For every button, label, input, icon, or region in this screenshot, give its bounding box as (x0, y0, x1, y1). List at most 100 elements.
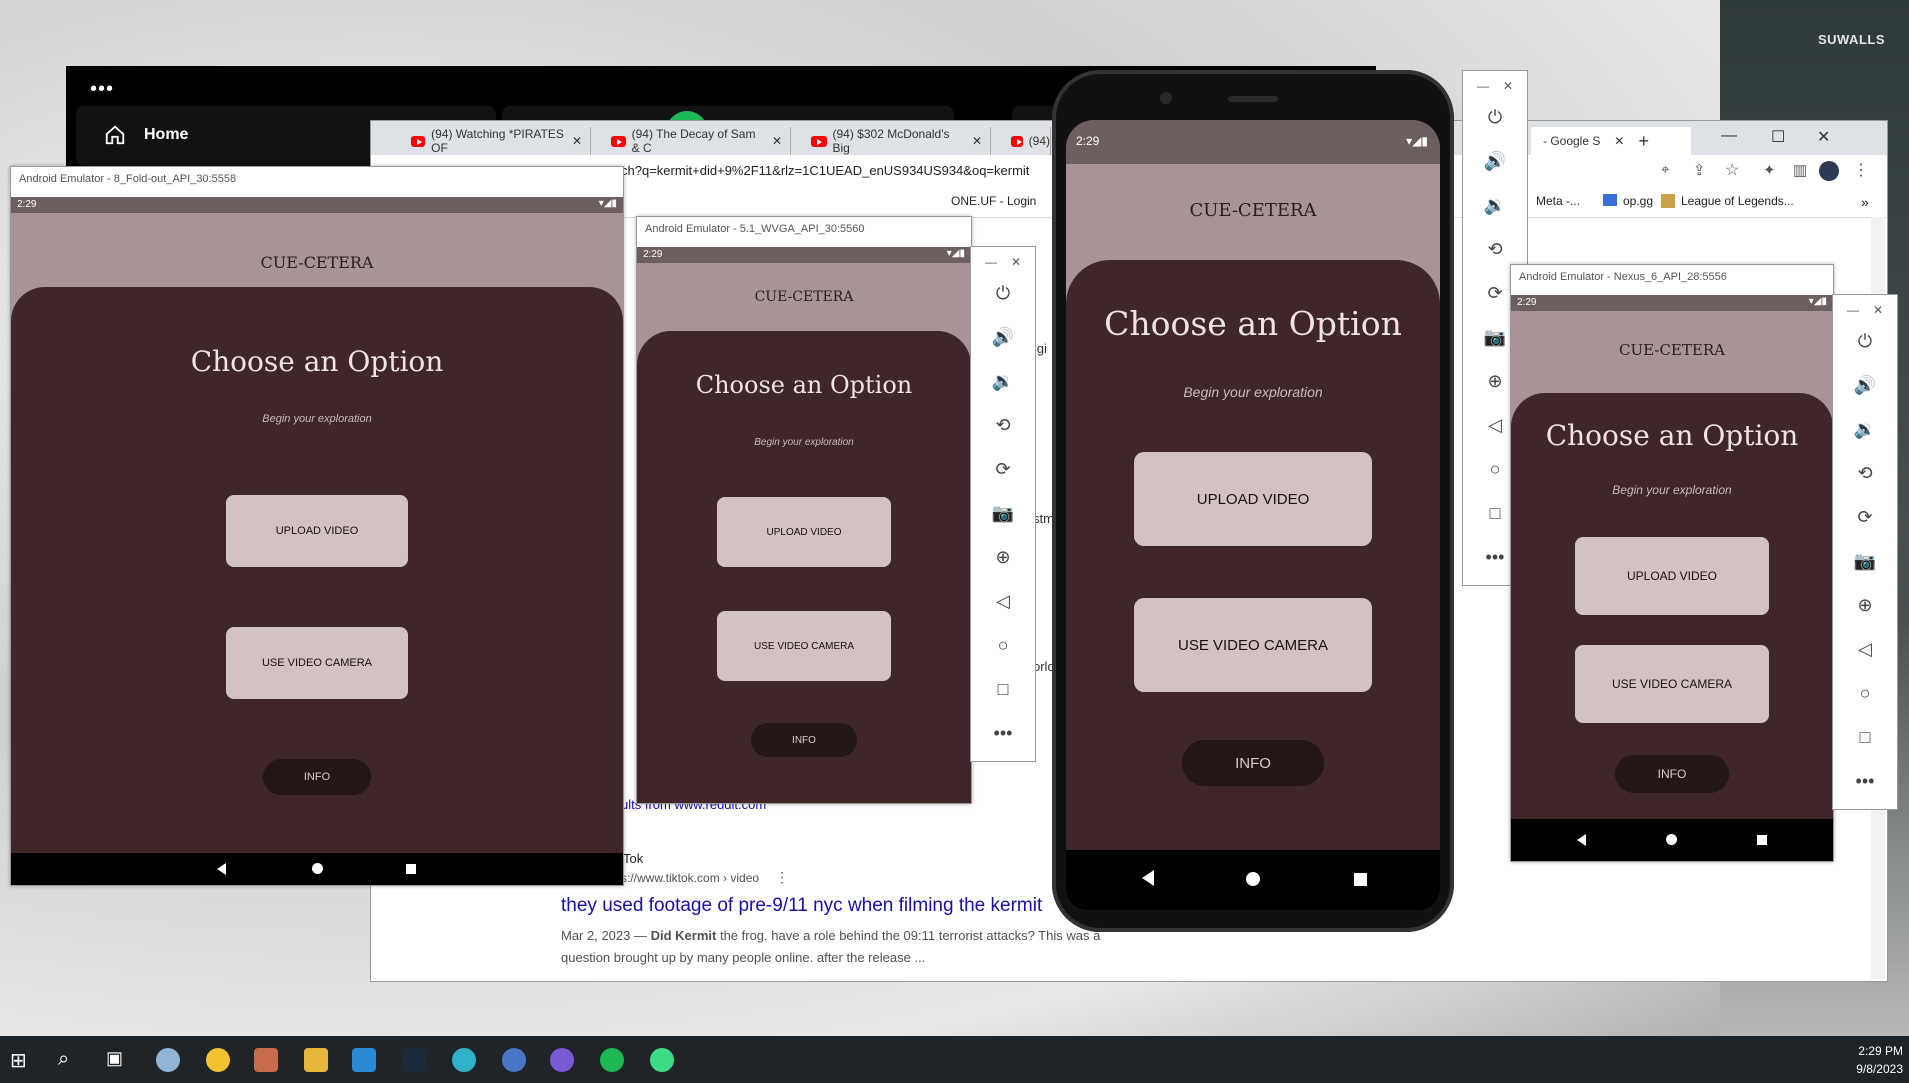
maximize-icon[interactable]: ☐ (1771, 127, 1785, 147)
zoom-icon[interactable]: ⊕ (1833, 595, 1897, 616)
upload-video-button[interactable]: UPLOAD VIDEO (1134, 452, 1372, 546)
volume-up-icon[interactable]: 🔊 (1463, 151, 1527, 172)
info-button[interactable]: INFO (1182, 740, 1324, 786)
tab-youtube-4[interactable]: (94) (991, 127, 1051, 155)
tab-youtube-1[interactable]: (94) Watching *PIRATES OF ✕ (391, 127, 591, 155)
upload-video-button[interactable]: UPLOAD VIDEO (1575, 537, 1769, 615)
camera-icon[interactable]: 📷 (1833, 551, 1897, 572)
close-icon[interactable]: ✕ (1011, 255, 1021, 269)
result-title-link[interactable]: they used footage of pre-9/11 nyc when f… (561, 895, 1042, 917)
status-time: 2:29 (1517, 297, 1537, 308)
use-video-camera-button[interactable]: USE VIDEO CAMERA (1575, 645, 1769, 723)
upload-video-button[interactable]: UPLOAD VIDEO (717, 497, 891, 567)
use-video-camera-button[interactable]: USE VIDEO CAMERA (1134, 598, 1372, 692)
use-video-camera-button[interactable]: USE VIDEO CAMERA (717, 611, 891, 681)
power-icon[interactable]: ⏻ (971, 283, 1035, 304)
more-icon[interactable]: ••• (971, 723, 1035, 744)
word-icon[interactable] (502, 1048, 526, 1072)
info-button[interactable]: INFO (1615, 755, 1729, 793)
volume-down-icon[interactable]: 🔉 (1833, 419, 1897, 440)
rotate-left-icon[interactable]: ⟲ (971, 415, 1035, 436)
close-icon[interactable]: ✕ (572, 134, 582, 148)
back-icon[interactable] (1142, 870, 1154, 886)
recents-icon[interactable] (1757, 835, 1767, 845)
overview-icon[interactable]: □ (971, 679, 1035, 700)
rotate-left-icon[interactable]: ⟲ (1463, 239, 1527, 260)
bookmark-item[interactable]: ONE.UF - Login (951, 194, 1036, 208)
info-button[interactable]: INFO (263, 759, 371, 795)
close-icon[interactable]: ✕ (1873, 303, 1883, 317)
zoom-icon[interactable]: ⊕ (971, 547, 1035, 568)
bookmark-item[interactable]: Meta -... (1536, 194, 1580, 208)
extensions-icon[interactable]: ✦ (1763, 161, 1776, 179)
task-view-icon[interactable]: ▣ (106, 1048, 130, 1072)
chrome-icon[interactable] (206, 1048, 230, 1072)
home-icon[interactable]: ○ (971, 635, 1035, 656)
minimize-icon[interactable]: — (1477, 79, 1489, 93)
github-icon[interactable] (550, 1048, 574, 1072)
tiktok-url[interactable]: s://www.tiktok.com › video (621, 871, 759, 885)
system-clock[interactable]: 2:29 PM 9/8/2023 (1856, 1042, 1903, 1078)
vscode-icon[interactable] (352, 1048, 376, 1072)
close-icon[interactable]: ✕ (1817, 127, 1830, 147)
more-icon[interactable]: ••• (1833, 771, 1897, 792)
windows-start-icon[interactable]: ⊞ (10, 1048, 32, 1072)
overview-icon[interactable]: □ (1833, 727, 1897, 748)
spotify-icon[interactable] (600, 1048, 624, 1072)
power-icon[interactable]: ⏻ (1833, 331, 1897, 352)
volume-down-icon[interactable]: 🔉 (971, 371, 1035, 392)
info-button[interactable]: INFO (751, 723, 857, 757)
tab-youtube-3[interactable]: (94) $302 McDonald's Big ✕ (791, 127, 991, 155)
more-icon[interactable]: ⋮ (1853, 160, 1869, 180)
file-explorer-icon[interactable] (304, 1048, 328, 1072)
volume-up-icon[interactable]: 🔊 (1833, 375, 1897, 396)
camera-icon[interactable]: 📷 (971, 503, 1035, 524)
bookmark-item[interactable]: League of Legends... (1681, 194, 1794, 208)
sidepanel-icon[interactable]: ▥ (1793, 161, 1807, 179)
back-icon[interactable] (217, 863, 226, 875)
minimize-icon[interactable]: — (1721, 127, 1737, 145)
upload-video-button[interactable]: UPLOAD VIDEO (226, 495, 408, 567)
minimize-icon[interactable]: — (1847, 303, 1859, 317)
use-video-camera-button[interactable]: USE VIDEO CAMERA (226, 627, 408, 699)
tab-youtube-2[interactable]: (94) The Decay of Sam & C ✕ (591, 127, 791, 155)
home-icon[interactable] (312, 863, 323, 874)
recents-icon[interactable] (406, 864, 416, 874)
share-icon[interactable]: ⇪ (1693, 161, 1706, 179)
steam-icon[interactable] (402, 1048, 426, 1072)
url-text[interactable]: ch?q=kermit+did+9%2F11&rlz=1C1UEAD_enUS9… (621, 163, 1029, 178)
tab-google[interactable]: - Google S ✕ + (1531, 127, 1691, 155)
recents-icon[interactable] (1354, 873, 1367, 886)
close-icon[interactable]: ✕ (1503, 79, 1513, 93)
power-icon[interactable]: ⏻ (1463, 107, 1527, 128)
chevron-right-icon[interactable]: » (1861, 194, 1869, 210)
minimize-icon[interactable]: — (985, 255, 997, 269)
location-icon[interactable]: ⌖ (1661, 161, 1669, 178)
edge-icon[interactable] (452, 1048, 476, 1072)
status-bar: 2:29 ▾◢▮ (637, 247, 971, 263)
volume-down-icon[interactable]: 🔉 (1463, 195, 1527, 216)
spotify-menu-icon[interactable]: ••• (90, 78, 114, 101)
home-icon[interactable] (1666, 834, 1677, 845)
back-icon[interactable]: ◁ (1833, 639, 1897, 660)
android-studio-icon[interactable] (650, 1048, 674, 1072)
discord-icon[interactable] (254, 1048, 278, 1072)
profile-avatar[interactable] (1819, 161, 1839, 181)
rotate-right-icon[interactable]: ⟳ (1833, 507, 1897, 528)
bookmark-item[interactable]: op.gg (1623, 194, 1653, 208)
close-icon[interactable]: ✕ (772, 134, 782, 148)
home-icon[interactable]: ○ (1833, 683, 1897, 704)
app-icon[interactable] (156, 1048, 180, 1072)
back-icon[interactable] (1577, 834, 1586, 846)
new-tab-icon[interactable]: + (1638, 131, 1649, 152)
more-icon[interactable]: ⋮ (775, 869, 789, 886)
close-icon[interactable]: ✕ (972, 134, 982, 148)
star-icon[interactable]: ☆ (1725, 160, 1739, 180)
rotate-right-icon[interactable]: ⟳ (971, 459, 1035, 480)
search-icon[interactable]: ⌕ (58, 1048, 82, 1072)
rotate-left-icon[interactable]: ⟲ (1833, 463, 1897, 484)
back-icon[interactable]: ◁ (971, 591, 1035, 612)
close-icon[interactable]: ✕ (1614, 134, 1624, 148)
volume-up-icon[interactable]: 🔊 (971, 327, 1035, 348)
home-icon[interactable] (1246, 872, 1260, 886)
